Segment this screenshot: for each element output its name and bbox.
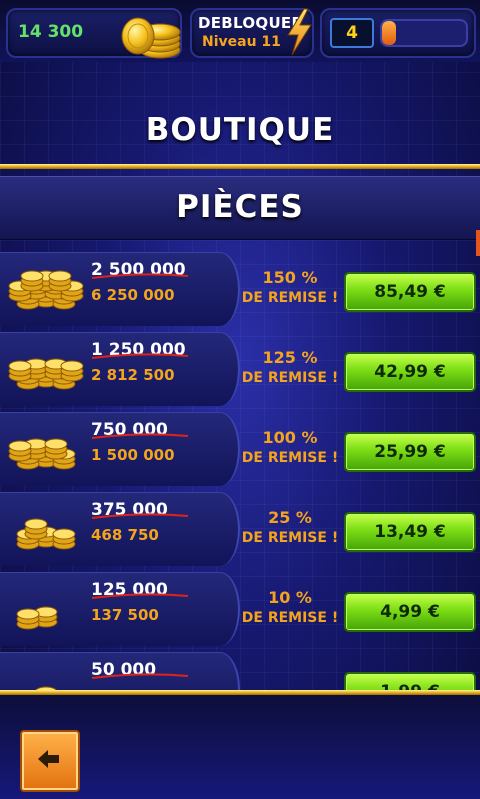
new-amount: 137 500 [91,606,159,624]
lightning-icon [287,8,312,56]
buy-button[interactable]: 13,49 € [344,512,476,552]
buy-button[interactable]: 42,99 € [344,352,476,392]
coins-icon [8,438,76,470]
offer-list[interactable]: 2 500 000 6 250 000 150 % DE REMISE ! 85,49 … [0,250,480,690]
level-panel: 4 [320,8,476,58]
discount-label: DE REMISE ! [241,450,339,466]
discount-percent: 125 % [262,348,318,367]
discount-percent: 10 % [268,588,312,607]
coins-icon [8,358,84,390]
discount-label: DE REMISE ! [241,530,339,546]
discount-percent: 25 % [268,508,312,527]
strikethrough-line [91,273,189,279]
top-bar: 14 300 DEBLOQUER Niveau 11 4 [0,0,480,62]
buy-button[interactable]: 85,49 € [344,272,476,312]
coin-balance-panel[interactable]: 14 300 [6,8,182,59]
offer-row: 125 000 137 500 10 % DE REMISE ! 4,99 € [0,572,480,646]
strikethrough-line [91,593,189,599]
new-amount: 1 500 000 [91,446,175,464]
strikethrough-line [91,673,189,679]
gold-divider [0,164,480,169]
strikethrough-line [91,353,189,359]
discount-label: DE REMISE ! [241,610,339,626]
coins-icon [16,606,58,630]
page-title: BOUTIQUE [145,112,335,148]
gold-coins-icon [121,17,181,59]
unlock-level: Niveau 11 [202,34,281,50]
discount-label: DE REMISE ! [241,290,339,306]
discount-percent: 150 % [262,268,318,287]
discount-percent: 100 % [262,428,318,447]
offer-row: 2 500 000 6 250 000 150 % DE REMISE ! 85,49 … [0,252,480,326]
buy-button[interactable]: 1,99 € [344,672,476,690]
strikethrough-line [91,433,189,439]
offer-row: 375 000 468 750 25 % DE REMISE ! 13,49 € [0,492,480,566]
section-header: PIÈCES [0,176,480,240]
strikethrough-line [91,513,189,519]
coin-balance: 14 300 [18,22,84,42]
arrow-left-icon [38,750,59,768]
buy-button[interactable]: 4,99 € [344,592,476,632]
offer-row: 1 250 000 2 812 500 125 % DE REMISE ! 42,99 … [0,332,480,406]
coins-icon [16,518,76,550]
offer-row: 750 000 1 500 000 100 % DE REMISE ! 25,99 € [0,412,480,486]
discount-label: DE REMISE ! [241,370,339,386]
coins-icon [8,270,84,310]
coins-icon [35,686,57,690]
back-button[interactable] [20,730,80,792]
new-amount: 468 750 [91,526,159,544]
section-title: PIÈCES [176,189,304,225]
unlock-panel[interactable]: DEBLOQUER Niveau 11 [190,8,314,58]
offer-row: 50 0001,99 € [0,652,480,690]
player-level: 4 [330,18,374,48]
buy-button[interactable]: 25,99 € [344,432,476,472]
xp-progress-fill [382,21,397,45]
new-amount: 6 250 000 [91,286,175,304]
xp-progress-bar [380,19,468,47]
new-amount: 2 812 500 [91,366,175,384]
